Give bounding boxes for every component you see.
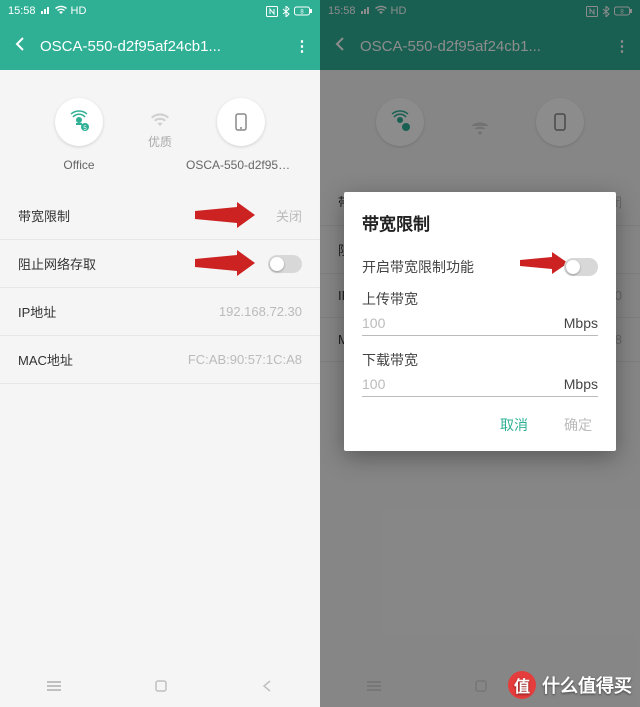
arrow-annotation: [520, 252, 568, 274]
wifi-icon: [55, 5, 67, 18]
bandwidth-label: 带宽限制: [18, 206, 70, 225]
arrow-annotation: [195, 202, 255, 228]
app-bar: OSCA-550-d2f95af24cb1... ⋮: [0, 22, 320, 70]
modal-enable-toggle[interactable]: [564, 258, 598, 276]
battery-icon: 8: [294, 5, 312, 17]
page-title: OSCA-550-d2f95af24cb1...: [36, 38, 290, 55]
nav-recent[interactable]: [366, 679, 382, 698]
download-input[interactable]: [362, 372, 564, 392]
screen-left: 15:58 HD 8 OSCA-550-d2f95af24cb1...: [0, 0, 320, 707]
device-strip: 5 Office 优质 OSCA-550-d2f95af2...: [0, 70, 320, 182]
watermark-text: 什么值得买: [542, 672, 632, 698]
nav-back[interactable]: [260, 679, 274, 698]
watermark-badge: 值: [508, 671, 536, 699]
router-device[interactable]: 5 Office: [24, 98, 134, 172]
more-button[interactable]: ⋮: [290, 37, 314, 55]
arrow-annotation: [195, 250, 255, 276]
system-navbar: [0, 669, 320, 707]
client-device[interactable]: OSCA-550-d2f95af2...: [186, 98, 296, 172]
download-label: 下载带宽: [362, 344, 598, 370]
modal-title: 带宽限制: [362, 210, 598, 235]
content-area: 5 Office 优质 OSCA-550-d2f95af2... 带宽限制 关闭: [0, 70, 320, 707]
ip-label: IP地址: [18, 302, 56, 321]
bandwidth-modal: 带宽限制 开启带宽限制功能 上传带宽 Mbps 下载带宽 Mbps 取消 确定: [344, 192, 616, 451]
upload-unit: Mbps: [564, 315, 598, 331]
nav-recent[interactable]: [46, 679, 62, 698]
bluetooth-icon: [282, 5, 290, 17]
watermark: 值 什么值得买: [508, 671, 632, 699]
nfc-icon: [266, 5, 278, 17]
router-label: Office: [63, 158, 94, 172]
connection-quality: 优质: [148, 111, 172, 172]
client-label: OSCA-550-d2f95af2...: [186, 158, 296, 172]
modal-enable-row[interactable]: 开启带宽限制功能: [362, 251, 598, 283]
mac-value: FC:AB:90:57:1C:A8: [188, 352, 302, 367]
quality-label: 优质: [148, 133, 172, 150]
mac-label: MAC地址: [18, 350, 73, 369]
block-toggle[interactable]: [268, 255, 302, 273]
ip-value: 192.168.72.30: [219, 304, 302, 319]
modal-ok-button[interactable]: 确定: [564, 415, 592, 435]
status-time: 15:58: [8, 5, 36, 17]
screen-right: 15:58 HD 8 OSCA-550-d2f95af24cb1... ⋮ 带宽…: [320, 0, 640, 707]
upload-input[interactable]: [362, 311, 564, 331]
modal-cancel-button[interactable]: 取消: [500, 415, 528, 435]
modal-enable-label: 开启带宽限制功能: [362, 257, 474, 277]
status-net: HD: [71, 5, 87, 17]
row-block-network[interactable]: 阻止网络存取: [0, 240, 320, 288]
row-bandwidth[interactable]: 带宽限制 关闭: [0, 192, 320, 240]
bandwidth-value: 关闭: [276, 206, 302, 225]
settings-list: 带宽限制 关闭 阻止网络存取 IP地址 192.168.72.30 MAC地址 …: [0, 182, 320, 384]
signal-icon: [40, 5, 51, 18]
block-label: 阻止网络存取: [18, 254, 96, 273]
nav-home[interactable]: [154, 679, 168, 698]
row-ip: IP地址 192.168.72.30: [0, 288, 320, 336]
row-mac: MAC地址 FC:AB:90:57:1C:A8: [0, 336, 320, 384]
back-button[interactable]: [6, 37, 36, 55]
upload-label: 上传带宽: [362, 283, 598, 309]
download-unit: Mbps: [564, 376, 598, 392]
nav-home[interactable]: [474, 679, 488, 698]
status-bar: 15:58 HD 8: [0, 0, 320, 22]
